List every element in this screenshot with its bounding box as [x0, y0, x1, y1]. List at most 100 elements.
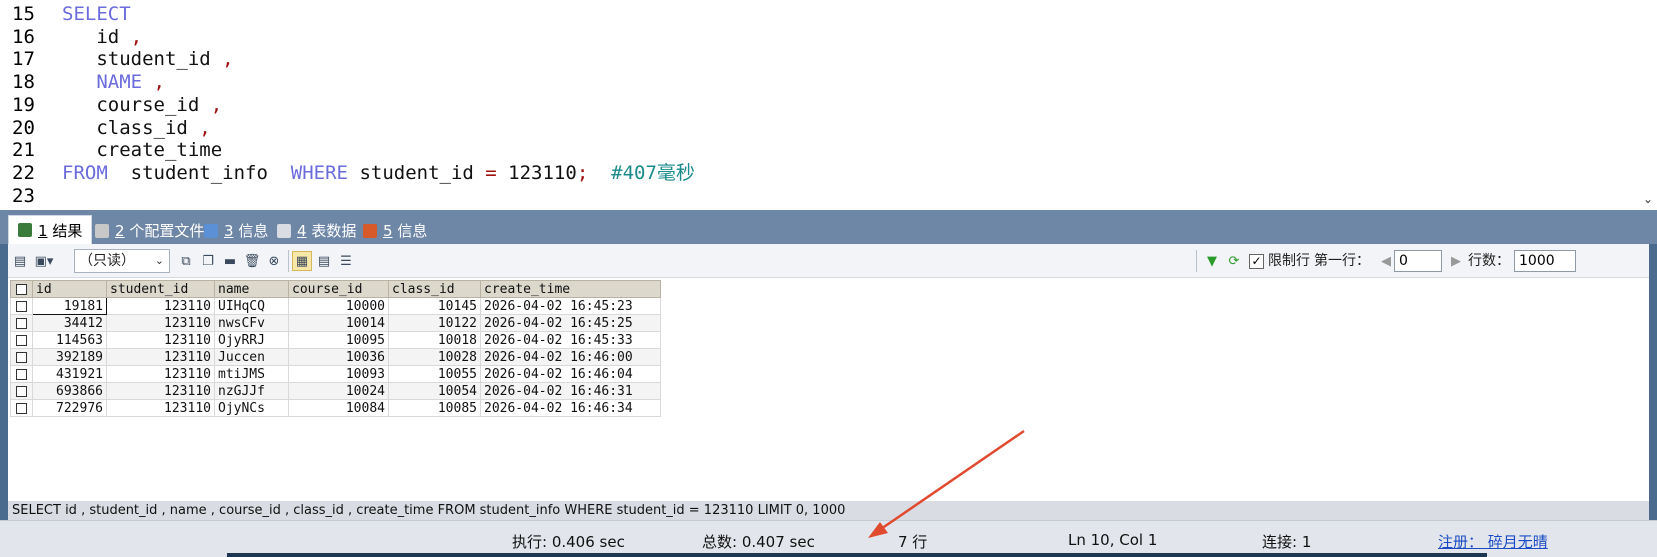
filter-icon[interactable]: ▼	[1202, 251, 1222, 271]
column-header-id[interactable]: id	[32, 280, 107, 298]
row-checkbox[interactable]	[10, 331, 33, 349]
column-header-course-id[interactable]: course_id	[288, 280, 389, 298]
cell-student-id[interactable]: 123110	[106, 382, 215, 400]
grid-view-icon[interactable]: ▦	[292, 251, 312, 271]
cell-class-id[interactable]: 10085	[388, 399, 481, 417]
cell-student-id[interactable]: 123110	[106, 297, 215, 315]
first-row-input[interactable]: 0	[1394, 250, 1442, 272]
row-checkbox[interactable]	[10, 314, 33, 332]
code-line[interactable]: 17 student_id ,	[0, 47, 1620, 71]
table-row[interactable]: 34412 123110 nwsCFv 10014 10122 2026-04-02 16…	[10, 314, 661, 332]
cell-student-id[interactable]: 123110	[106, 331, 215, 349]
duplicate-icon[interactable]: ❐	[198, 251, 218, 271]
cell-name[interactable]: UIHqCQ	[214, 297, 289, 315]
cell-name[interactable]: mtiJMS	[214, 365, 289, 383]
table-row[interactable]: 19181 123110 UIHqCQ 10000 10145 2026-04-02 16…	[10, 297, 661, 315]
cell-student-id[interactable]: 123110	[106, 348, 215, 366]
cell-class-id[interactable]: 10055	[388, 365, 481, 383]
row-checkbox[interactable]	[10, 399, 33, 417]
mode-select[interactable]: （只读） ⌄	[74, 249, 170, 273]
cell-create-time[interactable]: 2026-04-02 16:45:25	[480, 314, 661, 332]
next-page-icon[interactable]: ▶	[1446, 251, 1466, 271]
code-line[interactable]: 18 NAME ,	[0, 70, 1620, 94]
row-checkbox[interactable]	[10, 382, 33, 400]
code-line[interactable]: 16 id ,	[0, 25, 1620, 49]
result-grid[interactable]: id student_id name course_id class_id create_…	[10, 280, 661, 417]
cell-id[interactable]: 34412	[32, 314, 107, 332]
cell-course-id[interactable]: 10024	[288, 382, 389, 400]
import-dropdown-icon[interactable]: ▣▾	[34, 251, 54, 271]
row-checkbox[interactable]	[10, 297, 33, 315]
row-checkbox[interactable]	[10, 348, 33, 366]
copy-row-icon[interactable]: ⧉	[176, 251, 196, 271]
chevron-down-icon[interactable]: ⌄	[1643, 192, 1653, 206]
cell-id[interactable]: 19181	[32, 297, 107, 315]
cell-create-time[interactable]: 2026-04-02 16:46:00	[480, 348, 661, 366]
cell-create-time[interactable]: 2026-04-02 16:46:04	[480, 365, 661, 383]
cell-id[interactable]: 392189	[32, 348, 107, 366]
table-row[interactable]: 722976 123110 OjyNCs 10084 10085 2026-04-02 1…	[10, 399, 661, 417]
cell-course-id[interactable]: 10000	[288, 297, 389, 315]
discard-icon[interactable]: ⊗	[264, 251, 284, 271]
save-icon[interactable]: ▬	[220, 251, 240, 271]
code-line[interactable]: 22 FROM student_info WHERE student_id = 1…	[0, 161, 1620, 185]
export-icon[interactable]: ▤	[10, 251, 30, 271]
cell-class-id[interactable]: 10028	[388, 348, 481, 366]
code-line[interactable]: 15 SELECT	[0, 2, 1620, 26]
text-view-icon[interactable]: ☰	[336, 251, 356, 271]
select-all-checkbox[interactable]	[10, 280, 33, 298]
table-row[interactable]: 693866 123110 nzGJJf 10024 10054 2026-04-02 1…	[10, 382, 661, 400]
code-line[interactable]: 21 create_time	[0, 138, 1620, 162]
cell-class-id[interactable]: 10054	[388, 382, 481, 400]
editor-scrollbar[interactable]: ⌄	[1639, 0, 1657, 210]
cell-id[interactable]: 693866	[32, 382, 107, 400]
sql-editor[interactable]: 15 SELECT 16 id , 17 student_id , 18 NAME ,1…	[0, 0, 1657, 210]
cell-course-id[interactable]: 10014	[288, 314, 389, 332]
cell-class-id[interactable]: 10145	[388, 297, 481, 315]
result-grid-area[interactable]: id student_id name course_id class_id create_…	[8, 278, 1649, 501]
cell-course-id[interactable]: 10036	[288, 348, 389, 366]
delete-icon[interactable]: 🗑	[242, 251, 262, 271]
table-row[interactable]: 431921 123110 mtiJMS 10093 10055 2026-04-02 1…	[10, 365, 661, 383]
tab-4[interactable]: 4 表数据	[268, 217, 365, 244]
cell-class-id[interactable]: 10018	[388, 331, 481, 349]
cell-student-id[interactable]: 123110	[106, 365, 215, 383]
cell-name[interactable]: nwsCFv	[214, 314, 289, 332]
form-view-icon[interactable]: ▤	[314, 251, 334, 271]
tab-1[interactable]: 1 结果	[8, 215, 93, 244]
previous-page-icon[interactable]: ◀	[1376, 251, 1396, 271]
cell-name[interactable]: OjyNCs	[214, 399, 289, 417]
column-header-class-id[interactable]: class_id	[388, 280, 481, 298]
cell-name[interactable]: OjyRRJ	[214, 331, 289, 349]
refresh-icon[interactable]: ⟳	[1224, 251, 1244, 271]
column-header-create-time[interactable]: create_time	[480, 280, 661, 298]
cell-id[interactable]: 722976	[32, 399, 107, 417]
cell-create-time[interactable]: 2026-04-02 16:45:33	[480, 331, 661, 349]
tab-3[interactable]: 3 信息	[195, 217, 277, 244]
cell-create-time[interactable]: 2026-04-02 16:46:31	[480, 382, 661, 400]
cell-class-id[interactable]: 10122	[388, 314, 481, 332]
code-line[interactable]: 20 class_id ,	[0, 116, 1620, 140]
table-row[interactable]: 114563 123110 OjyRRJ 10095 10018 2026-04-02 1…	[10, 331, 661, 349]
cell-course-id[interactable]: 10084	[288, 399, 389, 417]
cell-name[interactable]: Juccen	[214, 348, 289, 366]
tab-5[interactable]: 5 信息	[354, 217, 436, 244]
cell-course-id[interactable]: 10095	[288, 331, 389, 349]
cell-course-id[interactable]: 10093	[288, 365, 389, 383]
column-header-student-id[interactable]: student_id	[106, 280, 215, 298]
rows-count-input[interactable]: 1000	[1514, 250, 1576, 272]
cell-id[interactable]: 114563	[32, 331, 107, 349]
limit-rows-checkbox[interactable]: ✓	[1249, 254, 1264, 269]
code-line[interactable]: 19 course_id ,	[0, 93, 1620, 117]
cell-create-time[interactable]: 2026-04-02 16:45:23	[480, 297, 661, 315]
cell-student-id[interactable]: 123110	[106, 399, 215, 417]
cell-student-id[interactable]: 123110	[106, 314, 215, 332]
row-checkbox[interactable]	[10, 365, 33, 383]
cell-create-time[interactable]: 2026-04-02 16:46:34	[480, 399, 661, 417]
table-row[interactable]: 392189 123110 Juccen 10036 10028 2026-04-02 1…	[10, 348, 661, 366]
register-link[interactable]: 注册： 碎月无晴	[1438, 531, 1548, 552]
cell-id[interactable]: 431921	[32, 365, 107, 383]
column-header-name[interactable]: name	[214, 280, 289, 298]
cell-name[interactable]: nzGJJf	[214, 382, 289, 400]
code-line[interactable]: 23	[0, 184, 1620, 208]
